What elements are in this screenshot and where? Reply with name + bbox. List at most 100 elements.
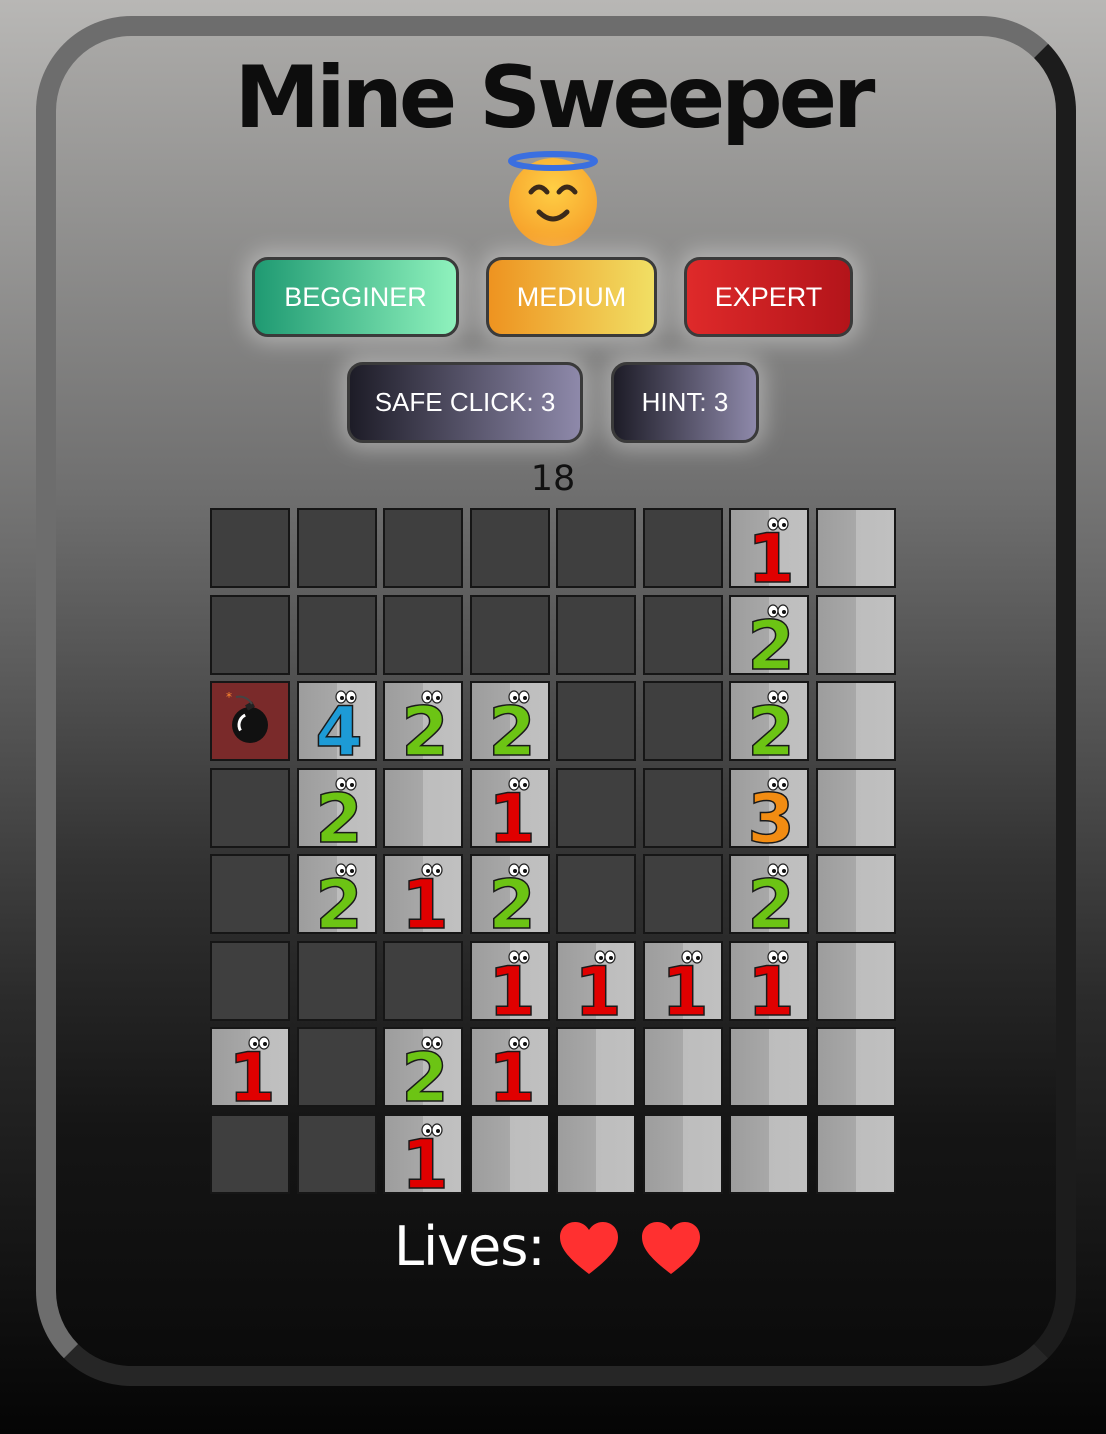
cell-number[interactable]: 1 (556, 941, 636, 1021)
cell-hidden[interactable] (643, 595, 723, 675)
cell-hidden[interactable] (210, 768, 290, 848)
number-character-icon: 2 (488, 690, 536, 759)
number-character-icon: 2 (747, 690, 795, 759)
cell-hidden[interactable] (470, 508, 550, 588)
cell-empty[interactable] (729, 1114, 809, 1194)
pupil-icon (782, 696, 786, 700)
cell-number[interactable]: 2 (383, 681, 463, 761)
cell-hidden[interactable] (297, 508, 377, 588)
cell-empty[interactable] (816, 854, 896, 934)
cell-number[interactable]: 1 (383, 1114, 463, 1194)
cell-hidden[interactable] (643, 681, 723, 761)
cell-hidden[interactable] (210, 854, 290, 934)
cell-number[interactable]: 2 (729, 681, 809, 761)
cell-hidden[interactable] (297, 595, 377, 675)
pupil-icon (523, 783, 527, 787)
number-character-icon: 1 (661, 950, 709, 1019)
cell-number[interactable]: 2 (297, 854, 377, 934)
cell-hidden[interactable] (556, 508, 636, 588)
cell-number[interactable]: 1 (470, 768, 550, 848)
cell-number[interactable]: 1 (470, 941, 550, 1021)
pupil-icon (772, 783, 776, 787)
heart-icon (640, 1220, 702, 1276)
cell-empty[interactable] (816, 595, 896, 675)
cell-empty[interactable] (383, 768, 463, 848)
number-character-icon: 3 (747, 777, 795, 846)
cell-number[interactable]: 1 (729, 941, 809, 1021)
safe-click-button[interactable]: SAFE CLICK: 3 (347, 362, 583, 443)
cell-empty[interactable] (643, 1114, 723, 1194)
expert-button[interactable]: EXPERT (684, 257, 853, 337)
cell-hidden[interactable] (297, 941, 377, 1021)
cell-hidden[interactable] (210, 1114, 290, 1194)
cell-hidden[interactable] (470, 595, 550, 675)
pupil-icon (782, 610, 786, 614)
cell-hidden[interactable] (643, 768, 723, 848)
cell-hidden[interactable] (383, 941, 463, 1021)
cell-empty[interactable] (816, 1027, 896, 1107)
cell-empty[interactable] (643, 1027, 723, 1107)
pupil-icon (350, 869, 354, 873)
pupil-icon (436, 1129, 440, 1133)
cell-empty[interactable] (729, 1027, 809, 1107)
number-character-icon: 1 (488, 950, 536, 1019)
number-character-icon: 2 (747, 863, 795, 932)
pupil-icon (513, 956, 517, 960)
medium-button[interactable]: MEDIUM (486, 257, 657, 337)
cell-hidden[interactable] (556, 768, 636, 848)
cell-empty[interactable] (816, 681, 896, 761)
cell-number[interactable]: 1 (210, 1027, 290, 1107)
cell-hidden[interactable] (556, 681, 636, 761)
cell-number[interactable]: 2 (470, 681, 550, 761)
bomb-icon: * (226, 690, 268, 743)
beginner-button[interactable]: BEGGINER (252, 257, 459, 337)
cell-number[interactable]: 1 (383, 854, 463, 934)
cell-number[interactable]: 1 (643, 941, 723, 1021)
number-character-icon: 2 (488, 863, 536, 932)
cell-hidden[interactable] (210, 595, 290, 675)
pupil-icon (340, 869, 344, 873)
cell-mine[interactable]: * (210, 681, 290, 761)
cell-number[interactable]: 2 (470, 854, 550, 934)
cell-hidden[interactable] (383, 595, 463, 675)
number-character-icon: 2 (315, 863, 363, 932)
pupil-icon (599, 956, 603, 960)
cell-hidden[interactable] (210, 941, 290, 1021)
number-character-icon: 4 (315, 690, 363, 759)
smiley-reset-button[interactable] (505, 150, 601, 246)
number-character-icon: 1 (228, 1036, 276, 1105)
pupil-icon (263, 1042, 267, 1046)
cell-hidden[interactable] (383, 508, 463, 588)
cell-number[interactable]: 2 (297, 768, 377, 848)
cell-empty[interactable] (816, 508, 896, 588)
cell-hidden[interactable] (297, 1027, 377, 1107)
cell-empty[interactable] (816, 1114, 896, 1194)
pupil-icon (782, 869, 786, 873)
pupil-icon (523, 869, 527, 873)
cell-hidden[interactable] (556, 595, 636, 675)
heart-icon (558, 1220, 620, 1276)
number-character-icon: 2 (315, 777, 363, 846)
cell-empty[interactable] (556, 1027, 636, 1107)
cell-number[interactable]: 4 (297, 681, 377, 761)
cell-number[interactable]: 3 (729, 768, 809, 848)
cell-number[interactable]: 1 (729, 508, 809, 588)
cell-empty[interactable] (556, 1114, 636, 1194)
hint-button[interactable]: HINT: 3 (611, 362, 759, 443)
cell-number[interactable]: 2 (729, 595, 809, 675)
pupil-icon (772, 610, 776, 614)
cell-empty[interactable] (470, 1114, 550, 1194)
cell-hidden[interactable] (210, 508, 290, 588)
cell-hidden[interactable] (643, 508, 723, 588)
number-character-icon: 1 (401, 863, 449, 932)
cell-number[interactable]: 2 (383, 1027, 463, 1107)
cell-empty[interactable] (816, 941, 896, 1021)
cell-empty[interactable] (816, 768, 896, 848)
cell-number[interactable]: 2 (729, 854, 809, 934)
pupil-icon (523, 696, 527, 700)
cell-hidden[interactable] (556, 854, 636, 934)
cell-number[interactable]: 1 (470, 1027, 550, 1107)
cell-hidden[interactable] (643, 854, 723, 934)
pupil-icon (426, 1129, 430, 1133)
cell-hidden[interactable] (297, 1114, 377, 1194)
